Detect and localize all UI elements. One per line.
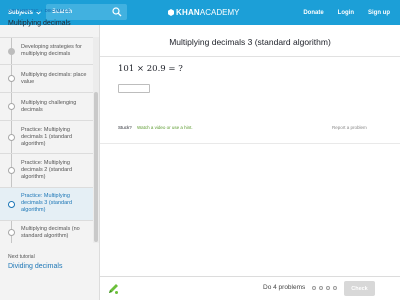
arrow-icon: [8, 48, 15, 55]
step-label: Practice: Multiplying decimals 3 (standa…: [21, 193, 73, 213]
list-item-practice-1[interactable]: Practice: Multiplying decimals 1 (standa…: [0, 121, 93, 154]
logo-suffix: ACADEMY: [199, 8, 240, 17]
breadcrumb-arithmetic[interactable]: ARITHMETIC: [8, 8, 39, 13]
exercise-title: Multiplying decimals 3 (standard algorit…: [169, 37, 331, 47]
check-button[interactable]: Check: [344, 281, 375, 296]
answer-input[interactable]: [118, 84, 150, 93]
report-problem-link[interactable]: Report a problem: [332, 125, 367, 130]
circle-icon: [8, 103, 15, 110]
step-label: Multiplying decimals: place value: [21, 72, 87, 85]
tutorial-title: Multiplying decimals: [8, 20, 71, 27]
progress-dot: [333, 286, 337, 290]
progress-dot: [319, 286, 323, 290]
next-tutorial-link[interactable]: Dividing decimals: [8, 263, 62, 270]
list-item-practice-2[interactable]: Practice: Multiplying decimals 2 (standa…: [0, 154, 93, 188]
progress-dot: [326, 286, 330, 290]
list-item-practice-3[interactable]: Practice: Multiplying decimals 3 (standa…: [0, 188, 93, 221]
account-links: Donate Login Sign up: [303, 0, 390, 25]
next-tutorial-label: Next tutorial: [8, 254, 35, 260]
circle-icon: [8, 201, 15, 208]
signup-link[interactable]: Sign up: [368, 10, 390, 16]
sidebar-scrollbar-thumb[interactable]: [94, 92, 98, 242]
divider: [100, 143, 400, 144]
list-item-no-algorithm[interactable]: Multiplying decimals (no standard algori…: [0, 221, 93, 243]
breadcrumb-separator: ›: [40, 8, 43, 13]
problem-count: Do 4 problems: [263, 284, 306, 291]
khan-academy-logo[interactable]: KHANACADEMY: [168, 0, 239, 25]
circle-icon: [8, 75, 15, 82]
circle-icon: [8, 167, 15, 174]
tutorial-step-list: Developing strategies for multiplying de…: [0, 37, 93, 243]
search-icon[interactable]: [112, 7, 122, 17]
step-label: Practice: Multiplying decimals 1 (standa…: [21, 127, 73, 147]
list-item-challenging[interactable]: Multiplying challenging decimals: [0, 93, 93, 121]
circle-icon: [8, 134, 15, 141]
leaf-logo-icon: [168, 9, 174, 16]
breadcrumb-decimals[interactable]: DECIMALS: [45, 8, 71, 13]
stuck-label: Stuck?: [118, 125, 132, 130]
hint-link[interactable]: Watch a video or use a hint.: [137, 125, 193, 130]
logo-prefix: KHAN: [176, 8, 200, 17]
step-label: Multiplying challenging decimals: [21, 100, 77, 113]
list-item-place-value[interactable]: Multiplying decimals: place value: [0, 65, 93, 93]
list-item-strategies[interactable]: Developing strategies for multiplying de…: [0, 38, 93, 65]
scratchpad-pencil-icon[interactable]: [107, 283, 119, 295]
question-text: 101 × 20.9 = ?: [118, 64, 183, 74]
breadcrumb: ARITHMETIC › DECIMALS: [8, 8, 70, 13]
donate-link[interactable]: Donate: [303, 10, 323, 16]
problem-progress: [312, 286, 337, 290]
progress-dot: [312, 286, 316, 290]
divider: [100, 56, 400, 57]
circle-icon: [8, 229, 15, 236]
step-label: Multiplying decimals (no standard algori…: [21, 226, 80, 239]
step-label: Developing strategies for multiplying de…: [21, 44, 82, 57]
step-label: Practice: Multiplying decimals 2 (standa…: [21, 160, 73, 180]
login-link[interactable]: Login: [338, 10, 354, 16]
